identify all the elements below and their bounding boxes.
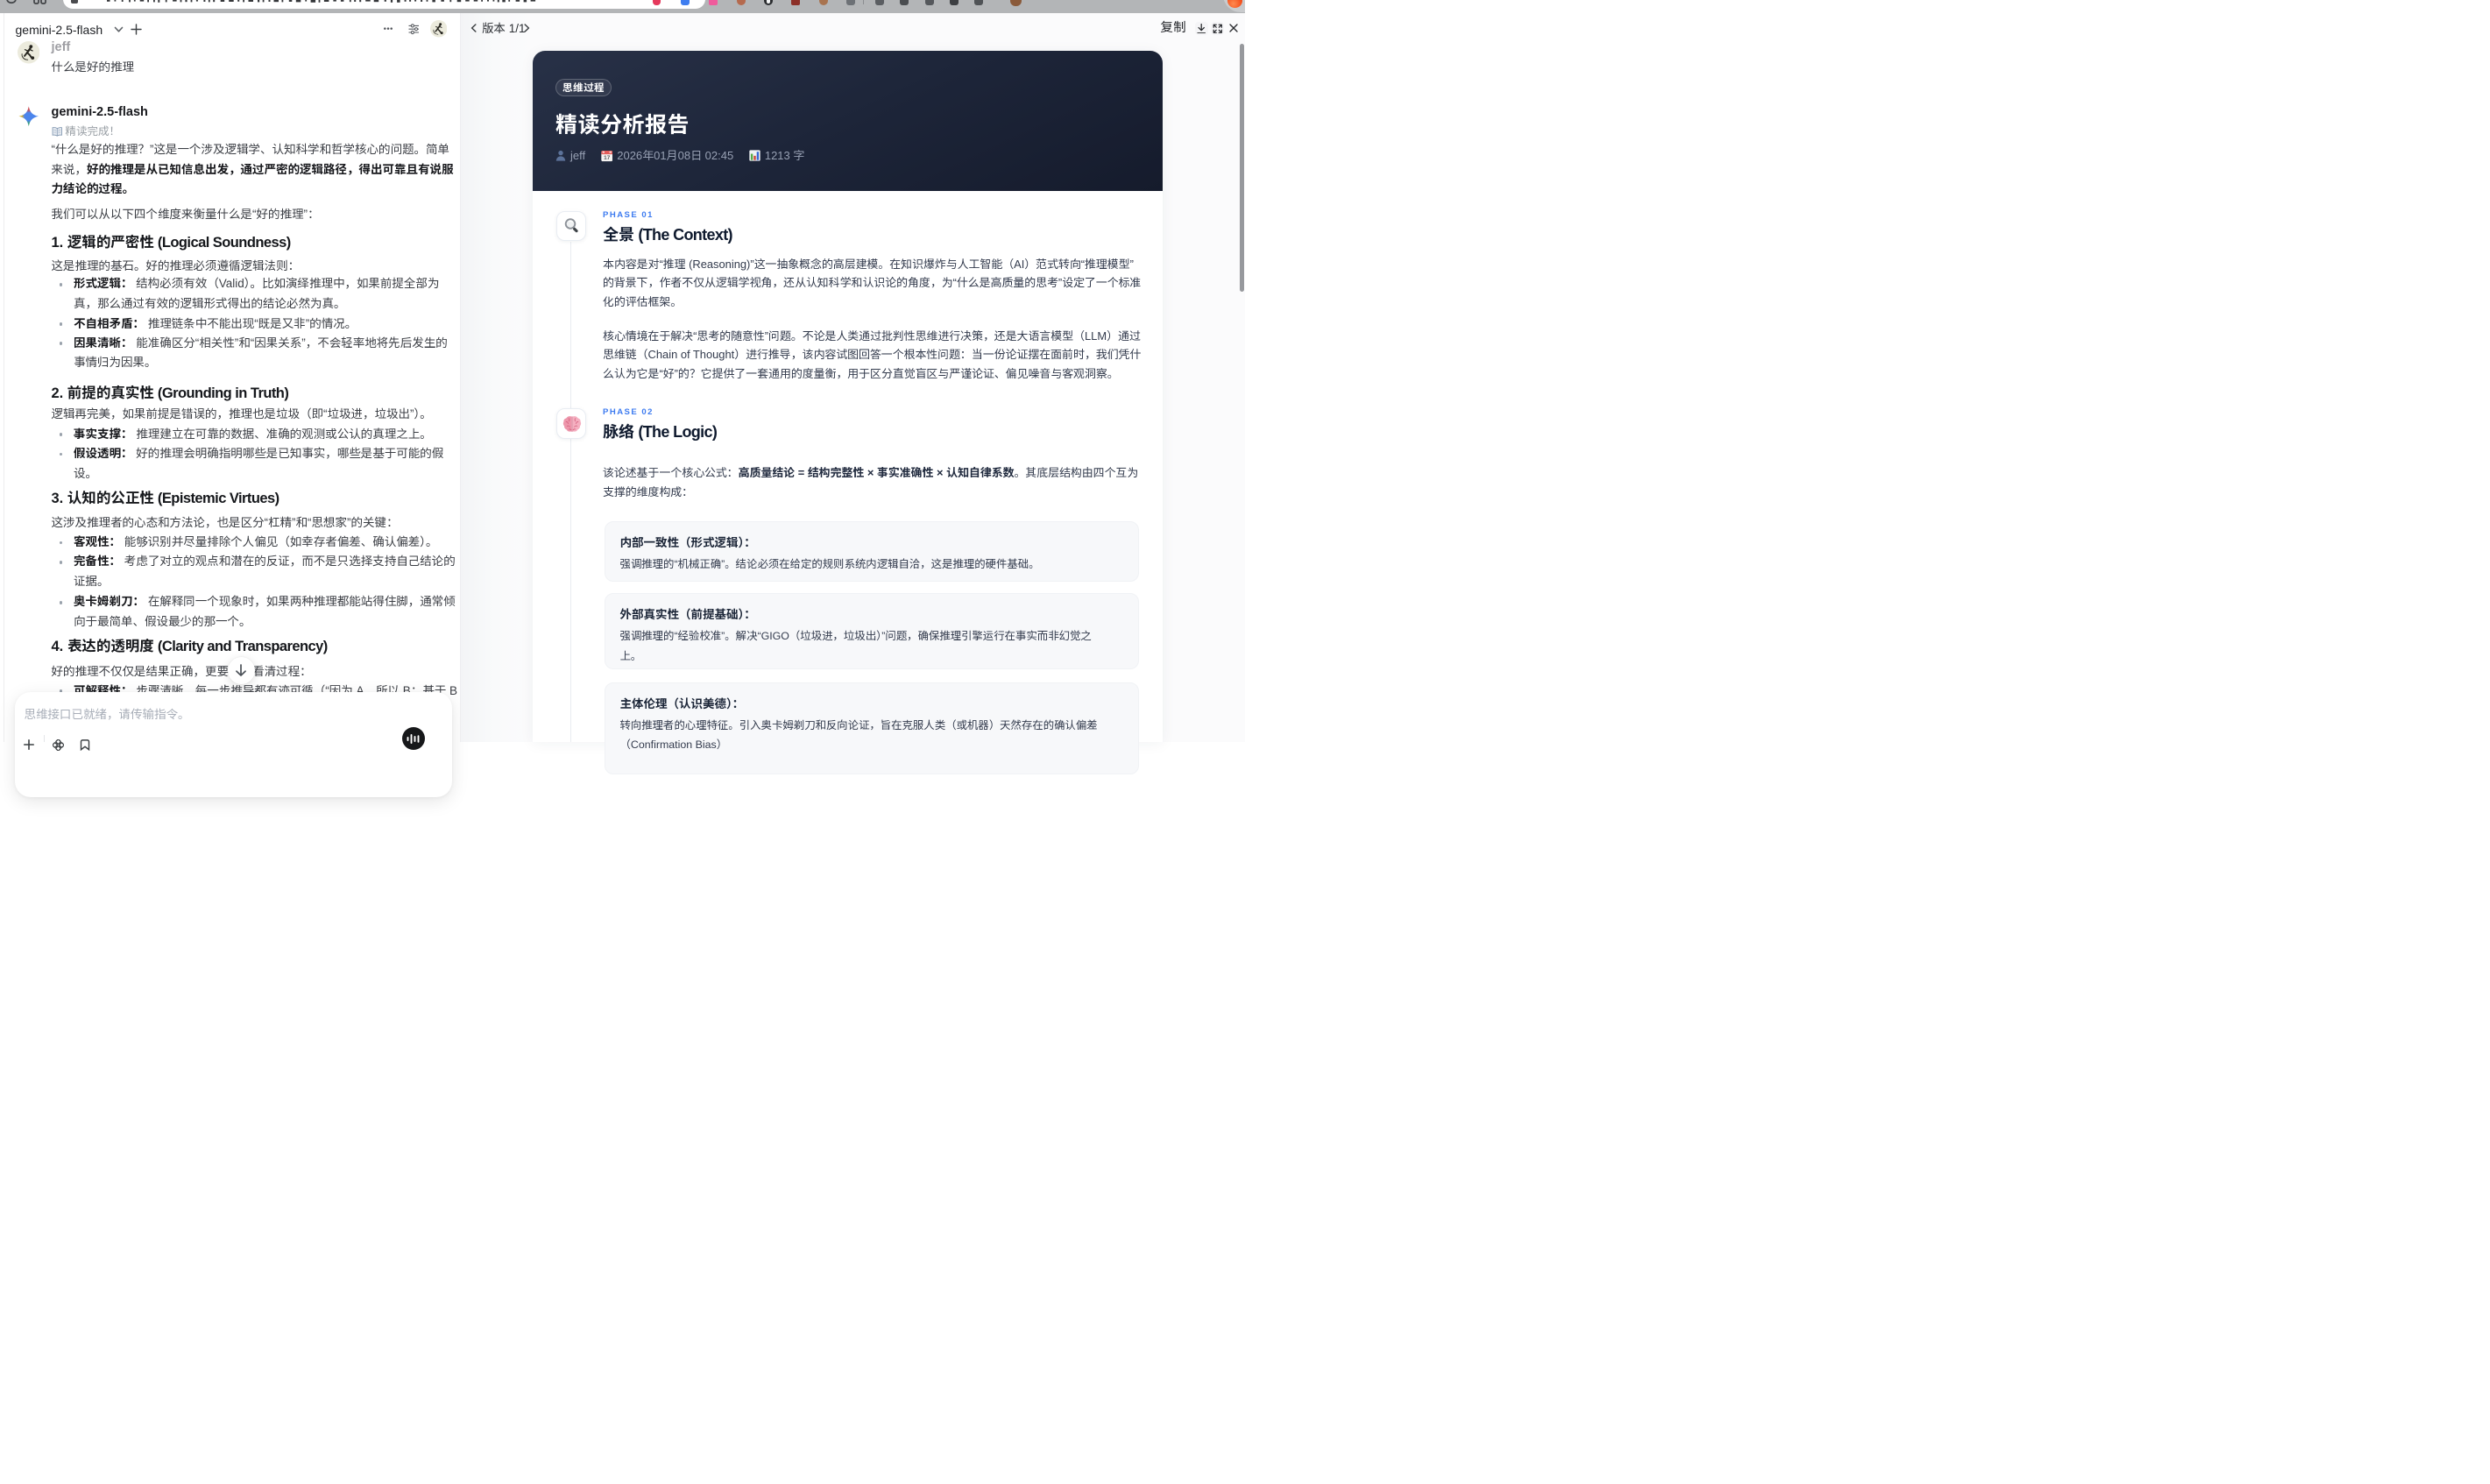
svg-text:17: 17 bbox=[604, 155, 611, 161]
